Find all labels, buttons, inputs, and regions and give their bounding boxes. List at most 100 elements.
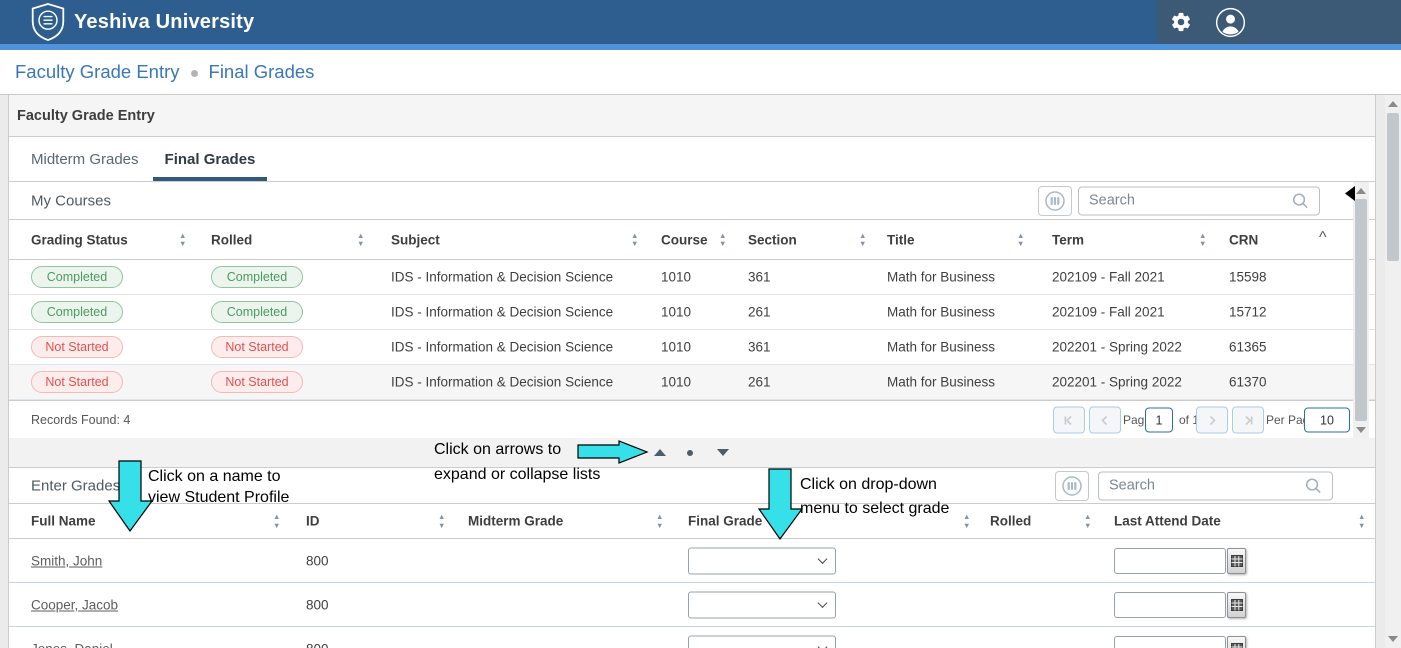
- subject-cell: IDS - Information & Decision Science: [391, 305, 613, 320]
- rolled-status-badge: Completed: [211, 301, 303, 323]
- subject-cell: IDS - Information & Decision Science: [391, 375, 613, 390]
- scroll-down-arrow[interactable]: [1388, 636, 1398, 642]
- first-page-icon: [1063, 414, 1075, 426]
- term-cell: 202109 - Fall 2021: [1052, 270, 1165, 285]
- scroll-up-arrow[interactable]: [1356, 188, 1366, 194]
- breadcrumb-final-grades: Final Grades: [209, 61, 315, 83]
- course-row[interactable]: Completed Completed IDS - Information & …: [9, 295, 1375, 330]
- splitter-handle[interactable]: [687, 450, 693, 456]
- grading-status-badge: Not Started: [31, 336, 123, 358]
- sort-icon[interactable]: [1017, 232, 1024, 248]
- scrollbar-thumb[interactable]: [1387, 113, 1399, 261]
- final-grade-select[interactable]: [688, 591, 836, 618]
- scroll-up-arrow[interactable]: [1388, 101, 1398, 107]
- courses-search: [1078, 186, 1320, 215]
- student-name-link[interactable]: Jones, Daniel: [31, 641, 113, 648]
- next-page-button[interactable]: [1196, 407, 1228, 434]
- sort-icon[interactable]: [1358, 513, 1365, 529]
- sort-icon[interactable]: [963, 513, 970, 529]
- sort-icon[interactable]: [357, 232, 364, 248]
- last-attend-date-wrap: [1114, 636, 1246, 648]
- student-id-cell: 800: [306, 597, 329, 612]
- courses-panel: Midterm Grades Final Grades My Courses: [9, 136, 1375, 438]
- course-row[interactable]: Not Started Not Started IDS - Informatio…: [9, 365, 1375, 400]
- course-cell: 1010: [661, 340, 691, 355]
- courses-toolbar: My Courses: [9, 182, 1375, 220]
- grading-status-badge: Completed: [31, 301, 123, 323]
- breadcrumb-separator: [191, 70, 198, 77]
- tabs: Midterm Grades Final Grades: [9, 137, 1375, 182]
- calendar-button[interactable]: [1227, 592, 1246, 618]
- profile-button[interactable]: [1212, 0, 1248, 44]
- title-cell: Math for Business: [887, 305, 995, 320]
- student-id-cell: 800: [306, 641, 329, 648]
- tab-midterm-grades[interactable]: Midterm Grades: [31, 137, 139, 181]
- last-attend-date-wrap: [1114, 548, 1246, 574]
- calendar-button[interactable]: [1227, 548, 1246, 574]
- sort-icon[interactable]: [1084, 513, 1091, 529]
- final-grade-select[interactable]: [688, 635, 836, 648]
- sort-icon[interactable]: [273, 513, 280, 529]
- expand-up-icon[interactable]: [654, 449, 666, 456]
- title-cell: Math for Business: [887, 270, 995, 285]
- first-page-button[interactable]: [1053, 407, 1085, 434]
- course-row[interactable]: Completed Completed IDS - Information & …: [9, 260, 1375, 295]
- courses-table-footer: Records Found: 4 Page of 1: [9, 400, 1375, 439]
- per-page-input[interactable]: [1304, 408, 1350, 433]
- crn-cell: 61365: [1229, 340, 1267, 355]
- courses-section-title: My Courses: [31, 192, 111, 209]
- student-name-link[interactable]: Cooper, Jacob: [31, 597, 118, 612]
- collapse-down-icon[interactable]: [717, 449, 729, 456]
- column-settings-button[interactable]: [1038, 186, 1072, 216]
- calendar-button[interactable]: [1227, 636, 1246, 648]
- courses-table-header: Grading Status Rolled Subject Course Sec…: [9, 220, 1375, 260]
- last-attend-date-input[interactable]: [1114, 548, 1226, 574]
- grading-status-badge: Not Started: [31, 371, 123, 393]
- sort-icon[interactable]: [179, 232, 186, 248]
- prev-page-button[interactable]: [1089, 407, 1121, 434]
- sort-icon[interactable]: [859, 232, 866, 248]
- course-cell: 1010: [661, 305, 691, 320]
- page-number-input[interactable]: [1145, 408, 1173, 433]
- sort-icon[interactable]: [719, 232, 726, 248]
- scrollbar-thumb[interactable]: [1355, 199, 1367, 421]
- subject-cell: IDS - Information & Decision Science: [391, 270, 613, 285]
- course-row[interactable]: Not Started Not Started IDS - Informatio…: [9, 330, 1375, 365]
- last-attend-date-input[interactable]: [1114, 592, 1226, 618]
- section-cell: 261: [748, 305, 771, 320]
- breadcrumb-faculty-grade-entry[interactable]: Faculty Grade Entry: [15, 61, 180, 83]
- grades-search: [1098, 471, 1333, 500]
- calendar-icon: [1231, 599, 1243, 611]
- search-icon: [1291, 191, 1310, 210]
- rolled-status-badge: Completed: [211, 266, 303, 288]
- main-wrapper: Faculty Grade Entry Midterm Grades Final…: [8, 95, 1376, 648]
- last-page-icon: [1242, 414, 1254, 426]
- rolled-status-badge: Not Started: [211, 336, 303, 358]
- last-page-button[interactable]: [1232, 407, 1264, 434]
- sort-icon[interactable]: [1199, 232, 1206, 248]
- col-crn: CRN: [1229, 232, 1258, 247]
- courses-search-input[interactable]: [1079, 187, 1291, 214]
- student-row: Jones, Daniel 800: [9, 627, 1375, 648]
- rolled-status-badge: Not Started: [211, 371, 303, 393]
- scroll-down-arrow[interactable]: [1356, 427, 1366, 433]
- student-name-link[interactable]: Smith, John: [31, 553, 102, 568]
- column-settings-button[interactable]: [1055, 471, 1089, 501]
- subject-cell: IDS - Information & Decision Science: [391, 340, 613, 355]
- next-page-icon: [1206, 414, 1218, 426]
- final-grade-select[interactable]: [688, 547, 836, 574]
- caret-up-icon[interactable]: [1319, 229, 1327, 247]
- col-midterm-grade: Midterm Grade: [468, 514, 563, 529]
- grades-search-input[interactable]: [1099, 472, 1304, 499]
- sort-icon[interactable]: [656, 513, 663, 529]
- annotation-student-profile: Click on a name to view Student Profile: [148, 466, 289, 508]
- final-grade-select-wrap: [688, 635, 836, 648]
- sort-icon[interactable]: [631, 232, 638, 248]
- records-found: Records Found: 4: [31, 413, 130, 427]
- tab-final-grades[interactable]: Final Grades: [165, 137, 256, 181]
- sort-icon[interactable]: [438, 513, 445, 529]
- last-attend-date-input[interactable]: [1114, 636, 1226, 648]
- crn-cell: 15598: [1229, 270, 1267, 285]
- settings-button[interactable]: [1166, 0, 1196, 44]
- col-id: ID: [306, 514, 320, 529]
